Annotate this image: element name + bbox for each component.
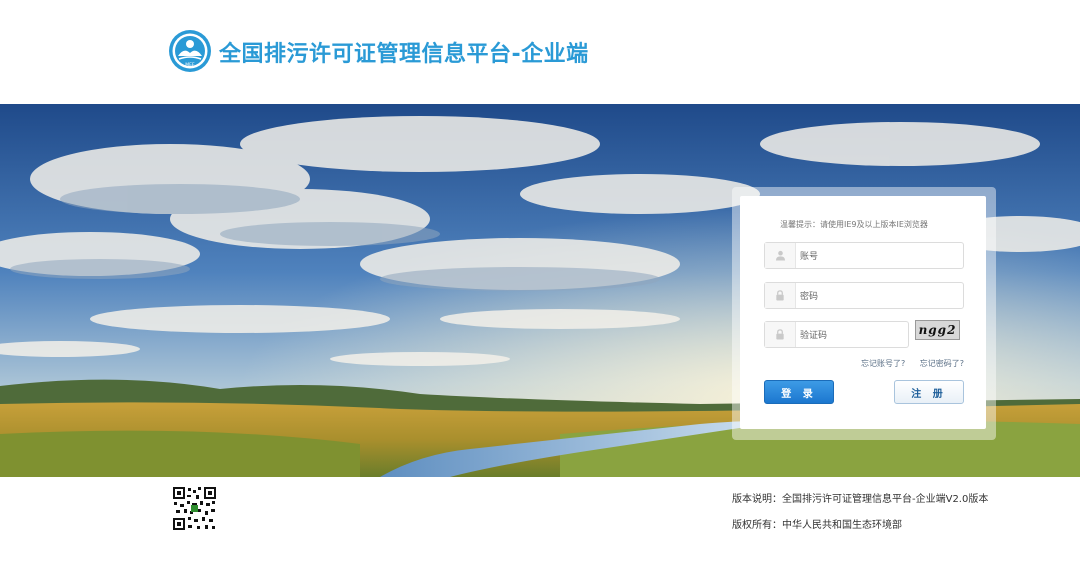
username-input[interactable] (798, 246, 952, 267)
login-form: 温馨提示：请使用IE9及以上版本IE浏览器 账号 验证码 ngg2 忘记账号了?… (740, 196, 986, 429)
page: MEE 全国排污许可证管理信息平台-企业端 温馨提示：请使用IE9及以上版本IE… (0, 0, 1080, 567)
logo-text: MEE (185, 62, 195, 68)
version-note: 版本说明：全国排污许可证管理信息平台-企业端V2.0版本 (732, 494, 989, 505)
password-field[interactable] (764, 282, 964, 309)
login-button[interactable]: 登 录 (764, 380, 834, 404)
site-title: 全国排污许可证管理信息平台-企业端 (219, 42, 589, 67)
copyright-text: 版权所有：中华人民共和国生态环境部 (732, 520, 902, 531)
browser-tip: 温馨提示：请使用IE9及以上版本IE浏览器 (780, 220, 928, 229)
forgot-password-link[interactable]: 忘记密码了? (920, 359, 964, 368)
forgot-account-link[interactable]: 忘记账号了? (861, 359, 905, 368)
captcha-field[interactable] (764, 321, 909, 348)
forgot-links: 忘记账号了? 忘记密码了? (849, 358, 964, 369)
qr-code-icon (172, 486, 217, 531)
lock-icon (765, 322, 796, 347)
username-field[interactable] (764, 242, 964, 269)
user-icon (765, 243, 796, 268)
captcha-image[interactable]: ngg2 (915, 320, 960, 340)
lock-icon (765, 283, 796, 308)
password-input[interactable] (798, 286, 952, 307)
captcha-input[interactable] (798, 325, 902, 346)
header: MEE 全国排污许可证管理信息平台-企业端 (0, 0, 1080, 104)
ministry-logo-icon: MEE (169, 30, 211, 72)
register-button[interactable]: 注 册 (894, 380, 964, 404)
